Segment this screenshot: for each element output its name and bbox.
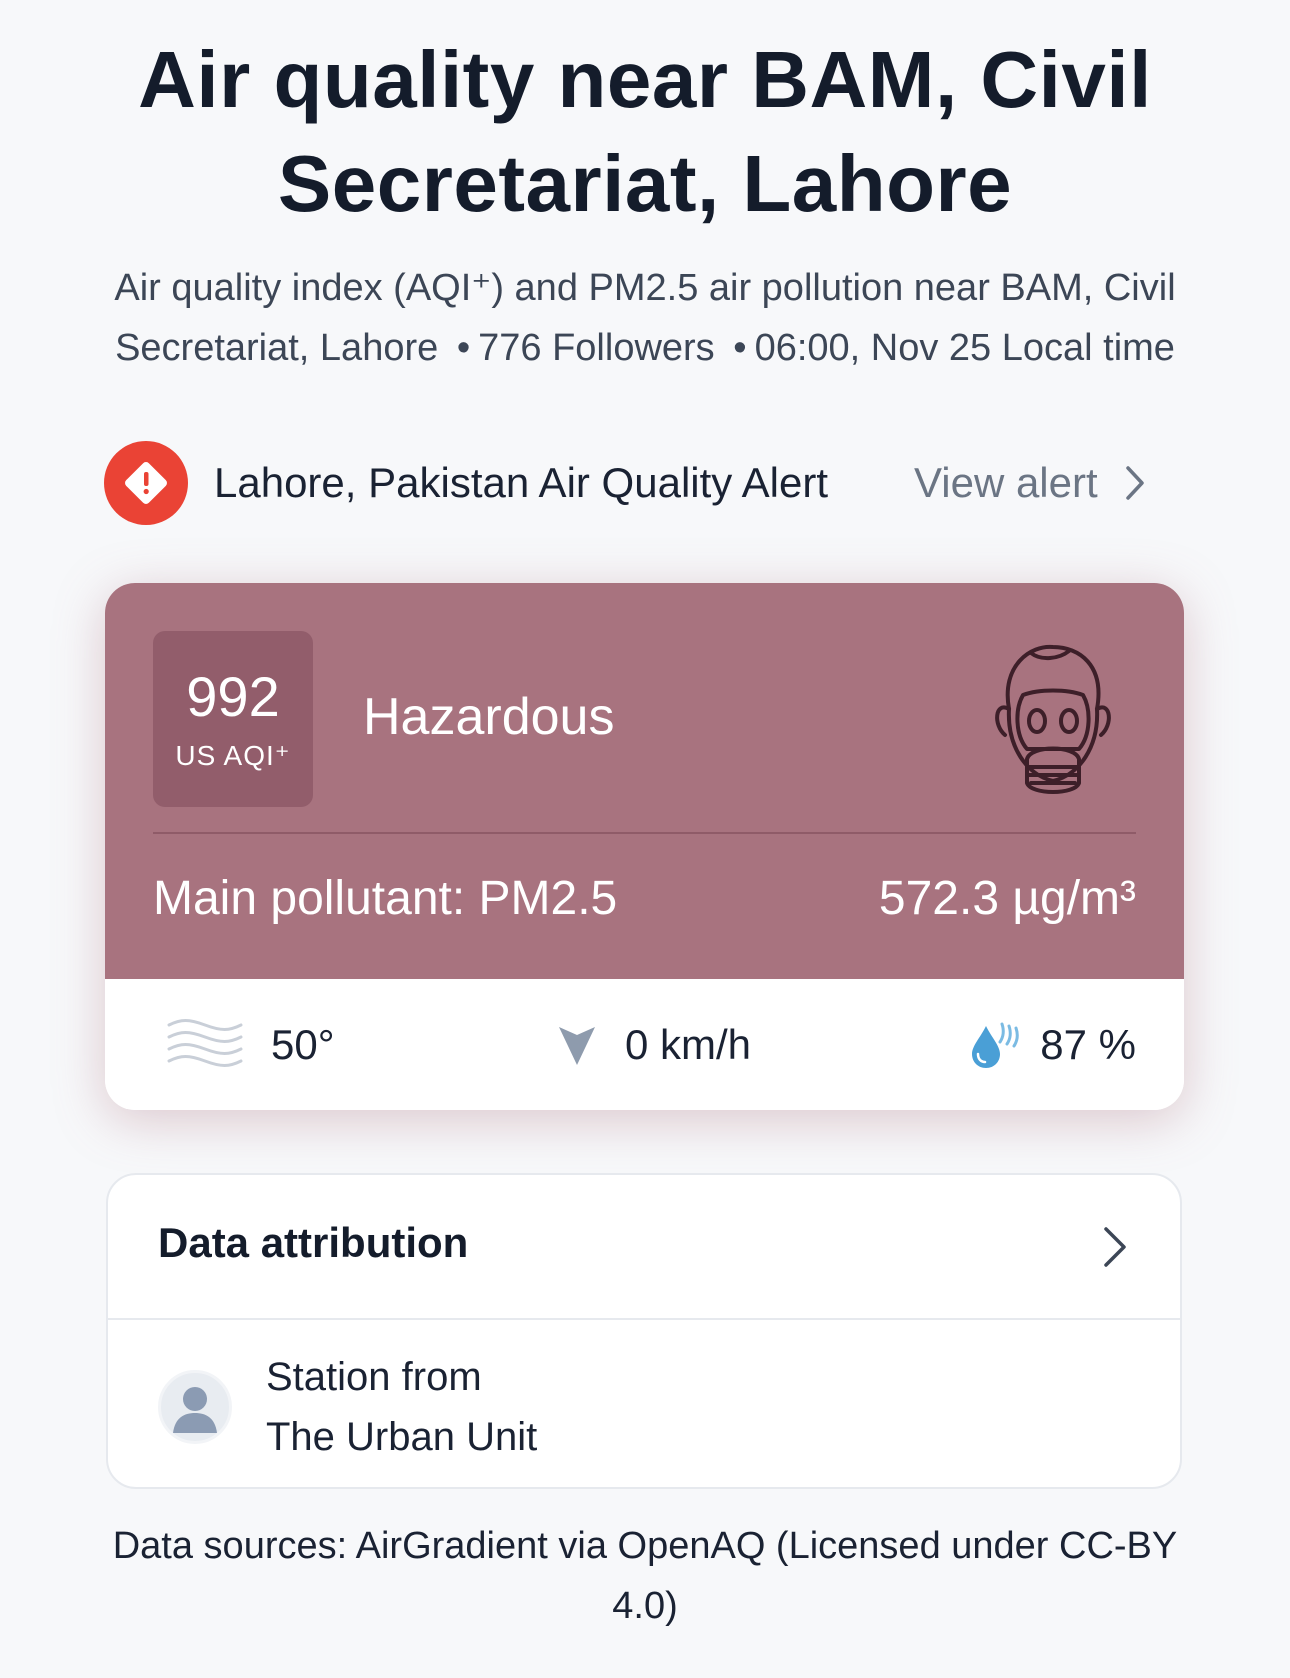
data-attribution-title: Data attribution (158, 1219, 469, 1266)
wind-direction-icon (557, 1023, 597, 1067)
wind-item: 0 km/h (557, 979, 751, 1110)
station-avatar-icon (158, 1370, 232, 1444)
alert-diamond-icon (104, 441, 188, 525)
subtitle-separator: • (733, 327, 747, 369)
page-subtitle: Air quality index (AQI⁺) and PM2.5 air p… (70, 258, 1220, 378)
weather-row: 50° 0 km/h 87 % (105, 979, 1184, 1110)
followers-count: 776 Followers (478, 327, 715, 369)
data-sources-footer: Data sources: AirGradient via OpenAQ (Li… (112, 1525, 1178, 1627)
main-pollutant-label: Main pollutant: PM2.5 (153, 872, 618, 925)
aqi-status: Hazardous (363, 688, 615, 746)
humidity-icon (968, 1020, 1020, 1070)
subtitle-separator: • (456, 327, 471, 369)
fog-icon (167, 1017, 243, 1073)
humidity-item: 87 % (968, 979, 1136, 1110)
temperature-item: 50° (167, 979, 335, 1110)
aqi-value-box: 992 US AQI⁺ (153, 631, 313, 807)
local-time: 06:00, Nov 25 Local time (754, 327, 1175, 369)
station-source-label: Station from (266, 1355, 482, 1399)
data-attribution-header[interactable]: Data attribution (108, 1175, 1180, 1320)
temperature-value: 50° (271, 1020, 335, 1068)
aqi-divider (153, 832, 1136, 834)
chevron-right-icon (1102, 1225, 1128, 1274)
gas-mask-icon (987, 639, 1117, 809)
chevron-right-icon (1124, 465, 1146, 501)
station-source: Station from The Urban Unit (266, 1347, 537, 1467)
pollutant-concentration: 572.3 µg/m³ (878, 872, 1136, 925)
humidity-value: 87 % (1040, 1020, 1136, 1068)
station-source-name: The Urban Unit (266, 1415, 538, 1459)
aqi-card: 992 US AQI⁺ Hazardous Main pollutant: PM… (105, 583, 1184, 1110)
view-alert-link[interactable]: View alert (914, 459, 1146, 507)
view-alert-label: View alert (914, 459, 1098, 506)
alert-text: Lahore, Pakistan Air Quality Alert (214, 459, 828, 506)
aqi-unit: US AQI⁺ (175, 740, 291, 771)
aqi-value: 992 (186, 665, 280, 728)
data-attribution-card: Data attribution Station from The Urban … (106, 1173, 1182, 1489)
page: Air quality near BAM, Civil Secretariat,… (0, 0, 1290, 1678)
page-title: Air quality near BAM, Civil Secretariat,… (138, 35, 1152, 228)
wind-speed-value: 0 km/h (625, 1020, 752, 1068)
air-quality-alert-row[interactable]: Lahore, Pakistan Air Quality Alert View … (104, 438, 1190, 528)
aqi-summary-panel: 992 US AQI⁺ Hazardous Main pollutant: PM… (105, 583, 1184, 979)
